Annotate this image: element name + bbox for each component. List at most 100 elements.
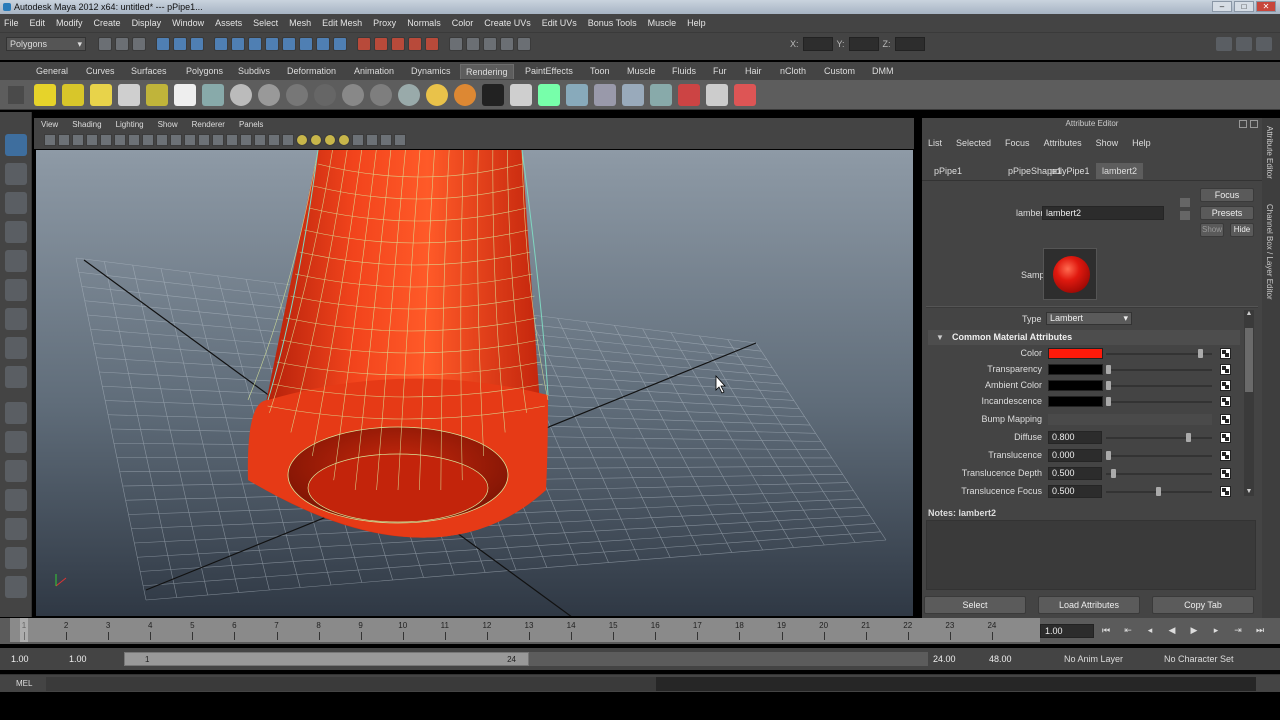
command-input[interactable] xyxy=(46,677,656,691)
menu-window[interactable]: Window xyxy=(172,18,204,28)
new-scene-icon[interactable] xyxy=(98,37,112,51)
select-component-icon[interactable] xyxy=(190,37,204,51)
close-panel-icon[interactable] xyxy=(1250,120,1258,128)
step-back-frame-icon[interactable]: ◂ xyxy=(1144,625,1156,636)
select-tool-icon[interactable] xyxy=(5,134,27,156)
shelf-tab-fur[interactable]: Fur xyxy=(708,64,732,79)
playback-start-field[interactable]: 1.00 xyxy=(66,652,120,666)
map-button-icon[interactable] xyxy=(1220,450,1231,461)
attr-slider[interactable] xyxy=(1106,365,1212,374)
hypershade-icon[interactable] xyxy=(517,37,531,51)
attr-slider[interactable] xyxy=(1106,397,1212,406)
use-background-icon[interactable] xyxy=(482,84,504,106)
soft-mod-tool-icon[interactable] xyxy=(5,337,27,359)
hide-button[interactable]: Hide xyxy=(1230,223,1254,237)
step-forward-key-icon[interactable]: ⇥ xyxy=(1232,625,1244,636)
notes-textarea[interactable] xyxy=(926,520,1256,590)
menu-proxy[interactable]: Proxy xyxy=(373,18,396,28)
slider-knob[interactable] xyxy=(1156,487,1161,496)
viewport-tool-icon[interactable] xyxy=(296,134,308,146)
map-button-icon[interactable] xyxy=(1220,486,1231,497)
menu-edit-mesh[interactable]: Edit Mesh xyxy=(322,18,362,28)
step-back-key-icon[interactable]: ⇤ xyxy=(1122,625,1134,636)
x-field[interactable] xyxy=(802,37,833,51)
render-frame-icon[interactable] xyxy=(466,37,480,51)
blinn-material-icon[interactable] xyxy=(230,84,252,106)
menu-color[interactable]: Color xyxy=(452,18,474,28)
mask-handles-icon[interactable] xyxy=(214,37,228,51)
mask-rendering-icon[interactable] xyxy=(316,37,330,51)
history-icon[interactable] xyxy=(449,37,463,51)
shelf-tab-custom[interactable]: Custom xyxy=(819,64,860,79)
menu-modify[interactable]: Modify xyxy=(56,18,83,28)
shelf-tab-painteffects[interactable]: PaintEffects xyxy=(520,64,578,79)
scroll-thumb[interactable] xyxy=(1245,328,1253,392)
shelf-tab-ncloth[interactable]: nCloth xyxy=(775,64,811,79)
ambient-light-icon[interactable] xyxy=(34,84,56,106)
viewport-tool-icon[interactable] xyxy=(100,134,112,146)
range-bar[interactable]: 1 24 xyxy=(124,652,928,666)
range-handle[interactable]: 1 24 xyxy=(124,652,529,666)
viewport-tool-icon[interactable] xyxy=(380,134,392,146)
save-scene-icon[interactable] xyxy=(132,37,146,51)
current-time-indicator[interactable] xyxy=(20,618,28,642)
paint-select-tool-icon[interactable] xyxy=(5,192,27,214)
viewport-tool-icon[interactable] xyxy=(114,134,126,146)
scroll-down-icon[interactable]: ▼ xyxy=(1245,488,1253,496)
go-to-output-icon[interactable] xyxy=(1180,211,1190,220)
shelf-tab-deformation[interactable]: Deformation xyxy=(282,64,341,79)
persp-graph-layout-icon[interactable] xyxy=(5,489,27,511)
mask-misc-icon[interactable] xyxy=(333,37,347,51)
side-tab-channel-box[interactable]: Channel Box / Layer Editor xyxy=(1265,204,1274,300)
go-to-end-icon[interactable]: ⏭ xyxy=(1254,625,1266,636)
ipr-icon[interactable] xyxy=(594,84,616,106)
color-swatch[interactable] xyxy=(1048,348,1103,359)
ae-menu-focus[interactable]: Focus xyxy=(1005,138,1030,148)
map-button-icon[interactable] xyxy=(1220,396,1231,407)
render-view-icon[interactable] xyxy=(538,84,560,106)
viewport-tool-icon[interactable] xyxy=(282,134,294,146)
viewport-menu-shading[interactable]: Shading xyxy=(72,118,101,132)
attr-slider[interactable] xyxy=(1106,451,1212,460)
snap-point-icon[interactable] xyxy=(391,37,405,51)
select-object-icon[interactable] xyxy=(173,37,187,51)
ramp-shader-icon[interactable] xyxy=(398,84,420,106)
menu-select[interactable]: Select xyxy=(253,18,278,28)
viewport-tool-icon[interactable] xyxy=(394,134,406,146)
command-language-label[interactable]: MEL xyxy=(16,679,32,688)
color-swatch[interactable] xyxy=(1048,380,1103,391)
viewport-tool-icon[interactable] xyxy=(338,134,350,146)
show-button[interactable]: Show xyxy=(1200,223,1224,237)
minimize-button[interactable]: – xyxy=(1212,1,1232,12)
color-swatch[interactable] xyxy=(1048,396,1103,407)
camera-icon[interactable] xyxy=(202,84,224,106)
four-view-layout-icon[interactable] xyxy=(5,431,27,453)
viewport-menu-show[interactable]: Show xyxy=(158,118,178,132)
shelf-menu-icon[interactable] xyxy=(8,86,24,104)
layered-shader-icon[interactable] xyxy=(370,84,392,106)
snap-grid-icon[interactable] xyxy=(357,37,371,51)
animation-end-field[interactable]: 48.00 xyxy=(986,652,1040,666)
ae-menu-attributes[interactable]: Attributes xyxy=(1044,138,1082,148)
shelf-tab-muscle[interactable]: Muscle xyxy=(622,64,661,79)
toggle-channel-box-icon[interactable] xyxy=(1256,37,1272,51)
focus-button[interactable]: Focus xyxy=(1200,188,1254,202)
spot-light-icon[interactable] xyxy=(118,84,140,106)
step-forward-frame-icon[interactable]: ▸ xyxy=(1210,625,1222,636)
directional-light-icon[interactable] xyxy=(62,84,84,106)
menu-edit-uvs[interactable]: Edit UVs xyxy=(542,18,577,28)
attribute-scrollbar[interactable]: ▲ ▼ xyxy=(1244,310,1254,496)
anisotropic-material-icon[interactable] xyxy=(342,84,364,106)
map-button-icon[interactable] xyxy=(1220,468,1231,479)
mask-surfaces-icon[interactable] xyxy=(265,37,279,51)
menu-muscle[interactable]: Muscle xyxy=(648,18,677,28)
perspective-viewport[interactable] xyxy=(36,150,913,616)
phong-material-icon[interactable] xyxy=(286,84,308,106)
scroll-up-icon[interactable]: ▲ xyxy=(1245,310,1253,318)
mask-curves-icon[interactable] xyxy=(248,37,262,51)
attr-slider[interactable] xyxy=(1106,487,1212,496)
mask-dynamics-icon[interactable] xyxy=(299,37,313,51)
rotate-tool-icon[interactable] xyxy=(5,250,27,272)
surface-shader-icon[interactable] xyxy=(426,84,448,106)
shelf-tab-animation[interactable]: Animation xyxy=(349,64,399,79)
